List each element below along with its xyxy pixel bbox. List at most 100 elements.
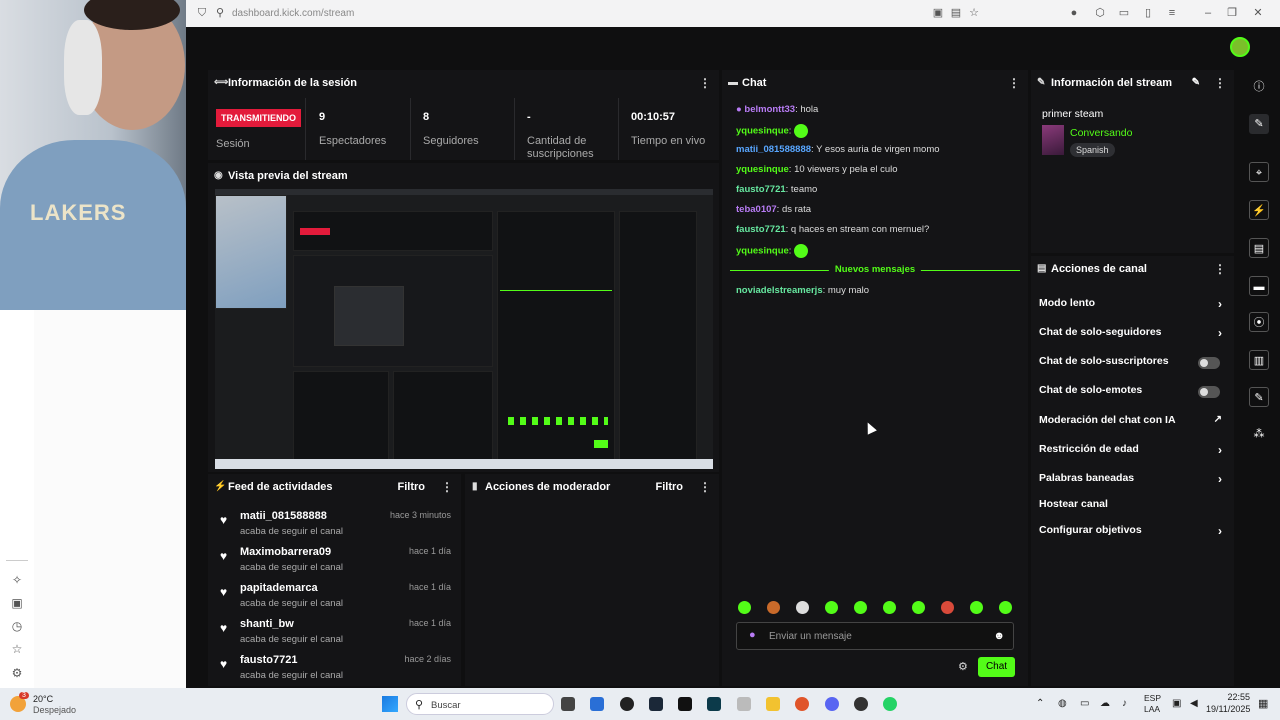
broadcast-icon[interactable]: ⦿ [1249, 312, 1269, 332]
activity-filter-button[interactable]: Filtro [398, 474, 426, 500]
emote-icon[interactable] [825, 601, 838, 614]
edit-icon[interactable]: ✎ [1192, 70, 1200, 96]
channel-action-item[interactable]: Chat de solo-suscriptores [1039, 355, 1226, 373]
channel-action-item[interactable]: Configurar objetivos › [1039, 524, 1226, 542]
chat-username[interactable]: belmontt33 [744, 104, 795, 115]
emote-icon[interactable] [970, 601, 983, 614]
language-code[interactable]: ESP [1144, 693, 1161, 703]
extensions-icon[interactable]: ⬡ [1094, 7, 1106, 19]
emote-icon[interactable] [738, 601, 751, 614]
edit-pencil-icon[interactable]: ✎ [1249, 114, 1269, 134]
capture-icon[interactable]: ⌖ [1249, 162, 1269, 182]
bolt-rail-icon[interactable]: ⚡ [1249, 200, 1269, 220]
emote-icon[interactable] [796, 601, 809, 614]
chat-input[interactable]: ● Enviar un mensaje ☻ [736, 622, 1014, 650]
emote-icon[interactable] [854, 601, 867, 614]
category-thumbnail[interactable] [1042, 125, 1064, 155]
menu-icon[interactable]: ≡ [1166, 7, 1178, 19]
wrench-rail-icon[interactable]: ✎ [1249, 387, 1269, 407]
chat-username[interactable]: yquesinque [736, 126, 789, 137]
store-icon[interactable] [590, 697, 604, 711]
info-icon[interactable]: ⓘ [1249, 77, 1269, 97]
chat-username[interactable]: yquesinque [736, 246, 789, 257]
activity-username[interactable]: Maximobarrera09 [240, 546, 331, 558]
taskbar-search[interactable]: ⚲ Buscar [406, 693, 554, 715]
file-explorer-icon[interactable] [766, 697, 780, 711]
emote-icon[interactable] [999, 601, 1012, 614]
chat-username[interactable]: teba0107 [736, 204, 777, 215]
channel-action-item[interactable]: Restricción de edad › [1039, 443, 1226, 461]
user-avatar[interactable] [1230, 37, 1250, 57]
chat-username[interactable]: fausto7721 [736, 224, 786, 235]
clock-date[interactable]: 19/11/2025 [1206, 704, 1250, 714]
activity-username[interactable]: matii_081588888 [240, 510, 327, 522]
tray-app-icon[interactable]: ◍ [1058, 698, 1067, 709]
app-icon-2[interactable] [737, 697, 751, 711]
network-icon[interactable]: ▣ [1172, 698, 1181, 709]
chat-username[interactable]: fausto7721 [736, 184, 786, 195]
layout-icon[interactable]: ▥ [1249, 350, 1269, 370]
windows-start-icon[interactable] [382, 696, 398, 712]
sparkle-icon[interactable]: ✧ [10, 573, 24, 587]
chat-username[interactable]: noviadelstreamerjs [736, 285, 823, 296]
channel-action-item[interactable]: Chat de solo-emotes [1039, 384, 1226, 402]
chat-username[interactable]: yquesinque [736, 164, 789, 175]
address-bar[interactable]: dashboard.kick.com/stream [232, 8, 354, 19]
gear-icon[interactable]: ⚙ [10, 666, 24, 680]
activity-username[interactable]: papitademarca [240, 582, 318, 594]
clock-time[interactable]: 22:55 [1206, 692, 1250, 702]
document-icon[interactable]: ▤ [1249, 238, 1269, 258]
channel-action-item[interactable]: Chat de solo-seguidores › [1039, 326, 1226, 344]
firefox-icon[interactable] [795, 697, 809, 711]
obs-icon[interactable] [854, 697, 868, 711]
emote-icon[interactable] [941, 601, 954, 614]
more-options-icon[interactable]: ⋮ [699, 70, 711, 96]
whatsapp-icon[interactable] [883, 697, 897, 711]
page-icon[interactable]: ▣ [10, 596, 24, 610]
volume-icon[interactable]: ◀ [1190, 698, 1198, 709]
nodes-icon[interactable]: ⁂ [1249, 424, 1269, 444]
more-options-icon[interactable]: ⋮ [1214, 256, 1226, 282]
shield-icon[interactable]: ⛉ [196, 7, 208, 19]
epic-games-icon[interactable] [678, 697, 692, 711]
send-chat-button[interactable]: Chat [978, 657, 1015, 677]
discord-icon[interactable] [825, 697, 839, 711]
keyboard-layout[interactable]: LAA [1144, 704, 1160, 714]
task-view-icon[interactable] [561, 697, 575, 711]
activity-username[interactable]: fausto7721 [240, 654, 297, 666]
stream-category[interactable]: Conversando [1070, 127, 1132, 139]
channel-action-item[interactable]: Hostear canal [1039, 498, 1226, 516]
cloud-icon[interactable]: ☁ [1100, 698, 1110, 709]
container-icon[interactable]: ▭ [1118, 7, 1130, 19]
channel-action-item[interactable]: Moderación del chat con IA ↗ [1039, 414, 1226, 432]
settings-gear-icon[interactable]: ⚙ [958, 660, 968, 673]
app-icon[interactable] [707, 697, 721, 711]
mic-icon[interactable]: ● [749, 629, 756, 641]
more-options-icon[interactable]: ⋮ [441, 474, 453, 500]
reader-icon[interactable]: ▤ [950, 7, 962, 19]
emote-icon[interactable] [883, 601, 896, 614]
toggle-switch[interactable] [1198, 386, 1220, 398]
history-icon[interactable]: ◷ [10, 619, 24, 633]
activity-username[interactable]: shanti_bw [240, 618, 294, 630]
bookmark-star-icon[interactable]: ☆ [968, 7, 980, 19]
tray-chevron-icon[interactable]: ⌃ [1036, 698, 1044, 709]
channel-action-item[interactable]: Modo lento › [1039, 297, 1226, 315]
star-icon[interactable]: ☆ [10, 642, 24, 656]
site-info-icon[interactable]: ⚲ [214, 7, 226, 19]
tray-icon-2[interactable]: ▭ [1080, 698, 1089, 709]
more-options-icon[interactable]: ⋮ [699, 474, 711, 500]
stream-preview[interactable] [215, 189, 713, 469]
emoji-icon[interactable]: ☻ [993, 630, 1005, 642]
more-options-icon[interactable]: ⋮ [1008, 70, 1020, 96]
chat-rail-icon[interactable]: ▬ [1249, 276, 1269, 296]
close-icon[interactable]: ✕ [1252, 7, 1264, 19]
chatgpt-icon[interactable] [620, 697, 634, 711]
toggle-switch[interactable] [1198, 357, 1220, 369]
notifications-icon[interactable]: ▦ [1258, 697, 1268, 710]
steam-icon[interactable] [649, 697, 663, 711]
minimize-icon[interactable]: – [1202, 7, 1214, 19]
mic-tray-icon[interactable]: ♪ [1122, 698, 1127, 709]
emote-icon[interactable] [912, 601, 925, 614]
sidebar-icon[interactable]: ▯ [1142, 7, 1154, 19]
